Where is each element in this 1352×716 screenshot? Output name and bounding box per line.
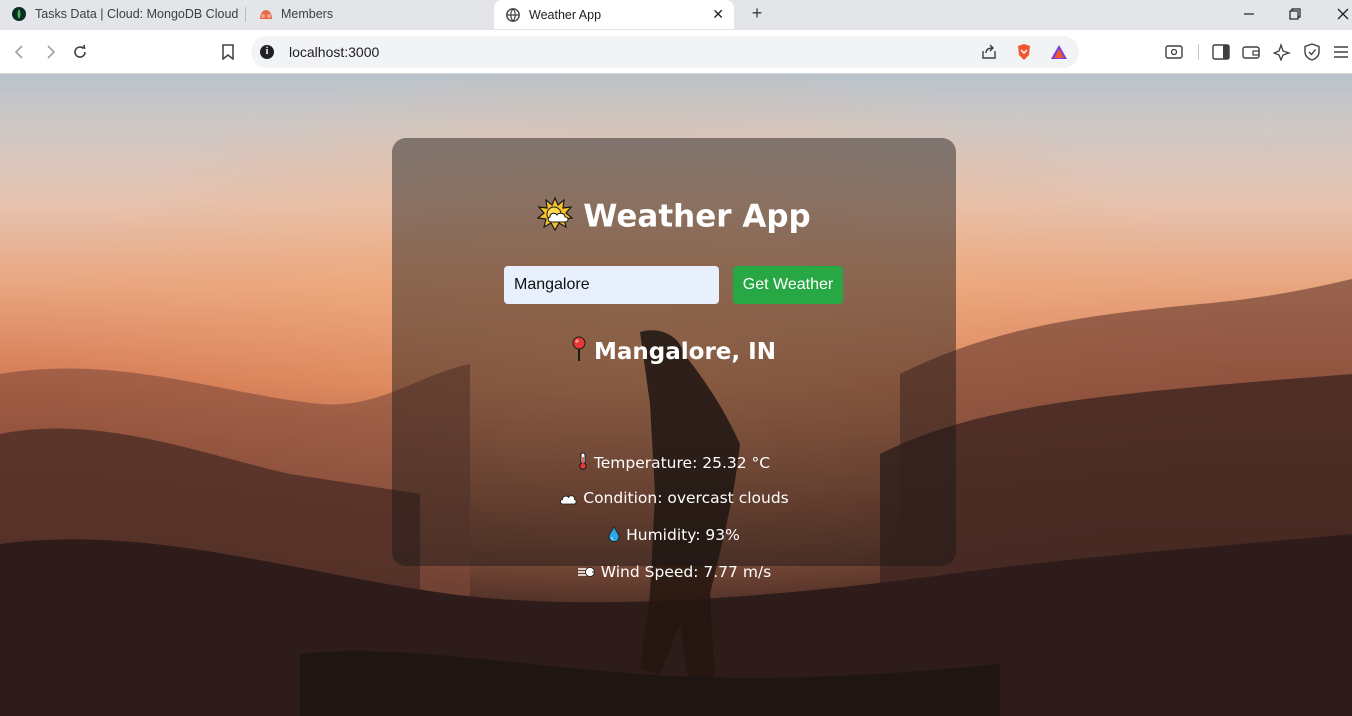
thermometer-icon xyxy=(578,452,588,474)
vpn-icon[interactable] xyxy=(1302,42,1322,62)
bookmark-icon[interactable] xyxy=(218,42,238,62)
members-icon xyxy=(258,7,272,21)
droplet-icon xyxy=(608,526,620,546)
tab-mongodb[interactable]: Tasks Data | Cloud: MongoDB Cloud xyxy=(12,0,242,28)
humidity-text: Humidity: 93% xyxy=(626,526,740,544)
tab-label: Members xyxy=(281,7,334,21)
wind-row: Wind Speed: 7.77 m/s xyxy=(392,563,956,583)
url-text[interactable]: localhost:3000 xyxy=(289,44,379,60)
browser-toolbar: i localhost:3000 xyxy=(0,30,1352,74)
condition-text: Condition: overcast clouds xyxy=(583,489,789,507)
menu-icon[interactable] xyxy=(1331,42,1351,62)
toolbar-divider xyxy=(1198,44,1199,60)
weather-card: Weather App Get Weather Mangalore, IN Te… xyxy=(392,138,956,581)
wind-face-icon xyxy=(577,565,595,583)
round-pushpin-icon xyxy=(572,336,586,368)
restore-icon[interactable] xyxy=(1285,4,1305,24)
tab-weather-app[interactable]: Weather App ✕ xyxy=(494,0,734,29)
temperature-row: Temperature: 25.32 °C xyxy=(392,452,956,474)
brave-shield-icon[interactable] xyxy=(1015,43,1033,61)
location-heading: Mangalore, IN xyxy=(392,336,956,368)
tab-label: Weather App xyxy=(529,7,602,22)
wind-text: Wind Speed: 7.77 m/s xyxy=(600,563,772,581)
tab-label: Tasks Data | Cloud: MongoDB Cloud xyxy=(35,7,239,21)
new-tab-icon[interactable]: + xyxy=(747,3,767,24)
page-background: Weather App Get Weather Mangalore, IN Te… xyxy=(0,74,1352,716)
address-bar[interactable]: i localhost:3000 xyxy=(251,36,1079,68)
back-icon[interactable] xyxy=(10,42,30,62)
close-tab-icon[interactable]: ✕ xyxy=(712,6,724,22)
city-search-input[interactable] xyxy=(504,266,719,304)
mongodb-leaf-icon xyxy=(12,7,26,21)
tab-search-icon[interactable] xyxy=(1164,42,1184,62)
tab-divider xyxy=(245,7,246,22)
globe-icon xyxy=(506,7,520,22)
leo-ai-icon[interactable] xyxy=(1272,42,1292,62)
humidity-row: Humidity: 93% xyxy=(392,526,956,546)
tab-members[interactable]: Members xyxy=(258,0,488,28)
condition-row: Condition: overcast clouds xyxy=(392,489,956,509)
sidebar-icon[interactable] xyxy=(1211,42,1231,62)
tab-strip: Tasks Data | Cloud: MongoDB Cloud Member… xyxy=(0,0,1352,30)
temperature-text: Temperature: 25.32 °C xyxy=(593,454,771,472)
minimize-icon[interactable] xyxy=(1239,4,1259,24)
close-window-icon[interactable] xyxy=(1333,4,1352,24)
site-info-icon[interactable]: i xyxy=(260,45,274,59)
forward-icon[interactable] xyxy=(40,42,60,62)
app-title: Weather App xyxy=(392,196,956,240)
brave-rewards-icon[interactable] xyxy=(1050,43,1068,61)
app-title-text: Weather App xyxy=(583,198,811,235)
get-weather-button[interactable]: Get Weather xyxy=(733,266,843,304)
sun-behind-cloud-icon xyxy=(536,196,574,240)
location-text: Mangalore, IN xyxy=(594,339,776,365)
reload-icon[interactable] xyxy=(70,42,90,62)
wallet-icon[interactable] xyxy=(1241,42,1261,62)
cloud-icon xyxy=(559,491,577,509)
share-icon[interactable] xyxy=(980,43,998,61)
